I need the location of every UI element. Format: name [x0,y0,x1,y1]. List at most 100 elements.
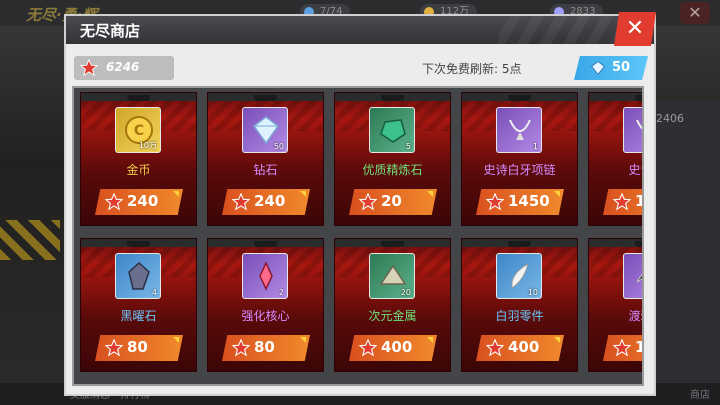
card-top-bar [589,239,642,247]
star-currency-icon [486,339,504,357]
background-stripe [0,220,60,260]
core-icon [259,261,273,291]
background-close-icon: ✕ [680,2,710,24]
item-quantity: 20 [400,288,411,297]
card-top-bar [81,239,196,247]
item-price: 20 [381,192,402,210]
buy-price-button[interactable]: 80 [95,335,183,361]
item-quantity: 1 [532,142,538,151]
item-icon-frame: 20 [369,253,415,299]
star-currency-icon [486,193,504,211]
price-corner-mark [427,337,433,343]
buy-price-button[interactable]: 1450 [476,189,564,215]
close-button[interactable]: ✕ [614,12,656,46]
background-side-panel [650,100,720,400]
buy-price-button[interactable]: 400 [349,335,437,361]
refine-stone-icon [380,119,406,143]
item-name: 优质精炼石 [362,163,423,177]
item-price: 400 [381,338,413,356]
card-top-bar [208,239,323,247]
shop-item-card[interactable]: 1 史诗白 1 [588,92,642,226]
gem-amount: 50 [612,60,631,75]
item-name: 次元金属 [368,309,417,323]
star-currency-icon [613,193,631,211]
item-icon-frame: 1 [623,253,642,299]
dialog-header: 无尽商店 [66,16,654,44]
shop-item-card[interactable]: 10 白羽零件 400 [461,238,578,372]
item-name: 强化核心 [241,309,290,323]
item-price: 80 [254,338,275,356]
item-quantity: 50 [273,142,284,151]
star-currency-icon [105,193,123,211]
shop-item-card[interactable]: 20 次元金属 400 [334,238,451,372]
item-icon-frame: 50 [242,107,288,153]
close-icon: ✕ [625,16,645,41]
buy-price-button[interactable]: 1 [603,189,642,215]
item-name: 黑曜石 [120,309,157,323]
star-currency-icon [359,193,377,211]
buy-price-button[interactable]: 1 [603,335,642,361]
item-price: 240 [254,192,286,210]
item-name: 渡鸦之 [628,309,642,323]
refresh-gem-button[interactable]: 50 [574,56,648,80]
star-currency-icon [105,339,123,357]
card-top-bar [335,93,450,101]
star-currency-icon [359,339,377,357]
item-name: 史诗白牙项链 [483,163,556,177]
item-name: 金币 [126,163,151,177]
item-icon-frame: 5 [369,107,415,153]
necklace-icon [509,119,531,140]
shop-item-scroll[interactable]: C10万金币24050钻石2405优质精炼石201史诗白牙项链14501史诗白1… [80,90,642,384]
refresh-timer-text: 下次免费刷新: 5点 [422,62,522,76]
price-corner-mark [554,337,560,343]
shop-item-card[interactable]: 5 优质精炼石 20 [334,92,451,226]
buy-price-button[interactable]: 20 [349,189,437,215]
shop-item-card[interactable]: 1 史诗白牙项链 1450 [461,92,578,226]
item-icon-frame: 2 [242,253,288,299]
card-top-bar [335,239,450,247]
buy-price-button[interactable]: 240 [95,189,183,215]
item-name: 史诗白 [628,163,642,177]
item-quantity: 10 [527,288,538,297]
shop-currency-display: 6246 [74,56,174,80]
card-top-bar [81,93,196,101]
buy-price-button[interactable]: 80 [222,335,310,361]
item-price: 80 [127,338,148,356]
star-currency-icon [80,59,98,77]
shop-item-card[interactable]: 1 渡鸦之 1 [588,238,642,372]
background-side-number: 2406 [656,112,684,125]
star-currency-icon [613,339,631,357]
price-corner-mark [173,337,179,343]
price-corner-mark [300,337,306,343]
item-quantity: 10万 [138,141,157,150]
item-price: 1 [635,192,642,210]
item-name: 白羽零件 [495,309,544,323]
item-price: 1 [635,338,642,356]
price-corner-mark [300,191,306,197]
item-price: 240 [127,192,159,210]
raven-icon [636,273,642,283]
obsidian-icon [128,261,150,290]
shop-item-card[interactable]: 4 黑曜石 80 [80,238,197,372]
shop-item-card[interactable]: 50 钻石 240 [207,92,324,226]
card-top-bar [462,239,577,247]
shop-item-grid[interactable]: C10万金币24050钻石2405优质精炼石201史诗白牙项链14501史诗白1… [72,86,644,386]
item-price: 1450 [508,192,550,210]
item-quantity: 5 [405,142,411,151]
shop-item-card[interactable]: 2 强化核心 80 [207,238,324,372]
card-top-bar [208,93,323,101]
buy-price-button[interactable]: 400 [476,335,564,361]
price-corner-mark [427,191,433,197]
item-icon-frame: 1 [623,107,642,153]
currency-amount: 6246 [106,60,140,74]
card-top-bar [462,93,577,101]
gem-icon [591,61,605,76]
svg-text:C: C [134,123,144,139]
buy-price-button[interactable]: 240 [222,189,310,215]
endless-shop-dialog: 无尽商店 6246 下次免费刷新: 5点 50 C 10万 金币 240 50 钻石 240… [64,14,656,396]
star-currency-icon [232,339,250,357]
item-icon-frame: 10 [496,253,542,299]
item-quantity: 4 [151,288,157,297]
star-currency-icon [232,193,250,211]
shop-item-card[interactable]: C 10万金币 240 [80,92,197,226]
